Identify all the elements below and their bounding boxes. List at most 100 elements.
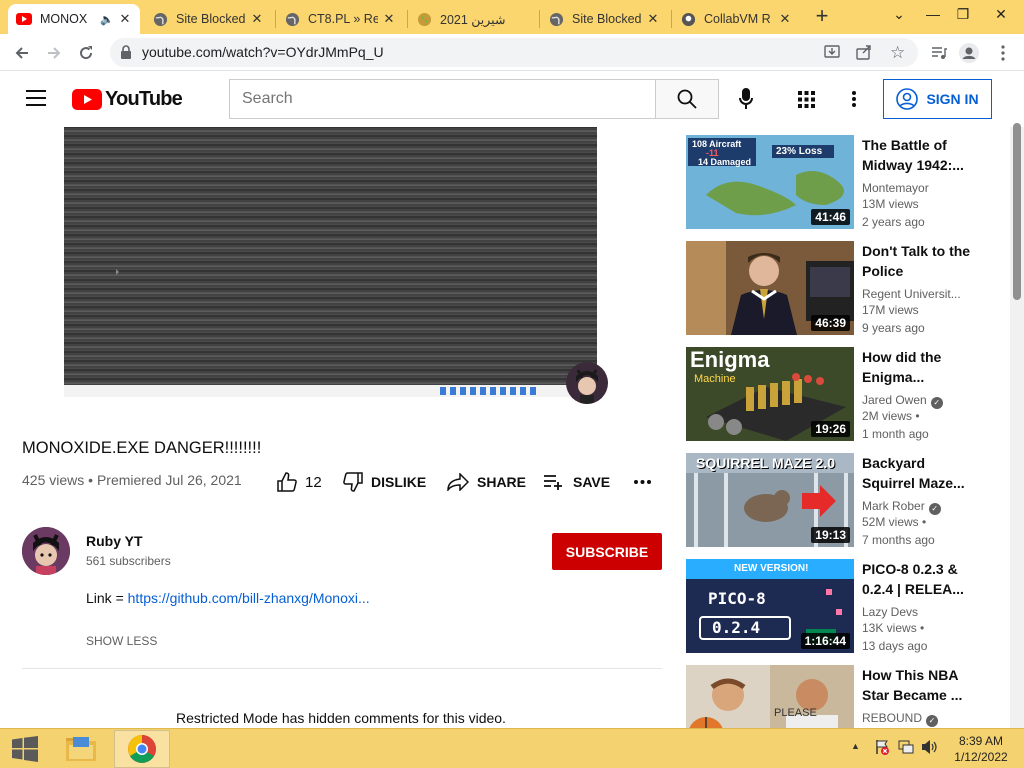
browser-toolbar: youtube.com/watch?v=OYdrJMmPq_U ☆	[0, 34, 1024, 71]
tab-collabvm[interactable]: CollabVM R ✕	[672, 4, 800, 34]
tab-title: Site Blocked	[176, 12, 246, 26]
settings-more-icon[interactable]	[852, 91, 856, 112]
channel-name[interactable]: Montemayor	[862, 179, 972, 197]
apps-grid-icon[interactable]	[798, 91, 815, 113]
video-thumbnail[interactable]: NEW VERSION! PICO-8 0.2.4 1:16:44	[686, 559, 854, 653]
share-arrow-icon	[447, 473, 469, 491]
cookie-icon	[416, 11, 432, 27]
video-player[interactable]	[64, 127, 597, 385]
bookmark-star-icon[interactable]: ☆	[890, 43, 905, 63]
hamburger-menu-icon[interactable]	[26, 90, 46, 106]
system-clock[interactable]: 8:39 AM 1/12/2022	[946, 733, 1016, 765]
show-less-button[interactable]: SHOW LESS	[86, 634, 157, 648]
show-hidden-icons-arrow[interactable]: ▲	[851, 741, 860, 751]
browser-menu-icon[interactable]	[990, 40, 1016, 66]
video-title: MONOXIDE.EXE DANGER!!!!!!!!	[22, 439, 262, 457]
address-bar[interactable]: youtube.com/watch?v=OYdrJMmPq_U ☆	[110, 38, 918, 67]
back-arrow-icon[interactable]	[9, 40, 35, 66]
close-tab-icon[interactable]: ✕	[118, 11, 132, 27]
audio-playing-icon[interactable]: 🔈	[100, 13, 114, 26]
windows-logo-icon	[12, 736, 38, 762]
profile-avatar-icon[interactable]	[956, 40, 982, 66]
search-input[interactable]	[229, 79, 656, 119]
lock-icon[interactable]	[120, 45, 132, 64]
subscribe-button[interactable]: SUBSCRIBE	[552, 533, 662, 570]
folder-icon	[66, 737, 96, 761]
video-title[interactable]: The Battle of Midway 1942:...	[862, 135, 972, 175]
tab-arabic[interactable]: شيرين 2021	[408, 4, 536, 34]
recommended-video[interactable]: PLEASE How This NBA Star Became ... REBO…	[686, 665, 986, 728]
chrome-taskbar-button[interactable]	[114, 730, 170, 768]
upload-age: 9 years ago	[862, 321, 925, 335]
close-tab-icon[interactable]: ✕	[250, 11, 264, 27]
video-title[interactable]: Don't Talk to the Police	[862, 241, 972, 281]
thumb-label: SQUIRREL MAZE 2.0	[696, 455, 835, 471]
channel-avatar[interactable]	[22, 527, 70, 575]
channel-name[interactable]: Ruby YT	[86, 533, 143, 549]
video-thumbnail[interactable]: 108 Aircraft -11 14 Damaged 23% Loss 41:…	[686, 135, 854, 229]
video-thumbnail[interactable]: SQUIRREL MAZE 2.0 19:13	[686, 453, 854, 547]
like-button[interactable]: 12	[277, 468, 322, 496]
video-title[interactable]: How did the Enigma...	[862, 347, 972, 387]
thumb-label: 23% Loss	[776, 146, 823, 157]
tab-ct8[interactable]: CT8.PL » Reg ✕	[276, 4, 404, 34]
channel-name[interactable]: Regent Universit...	[862, 285, 972, 303]
channel-name[interactable]: Jared Owen ✓	[862, 391, 972, 409]
view-count-text: 52M views	[862, 515, 919, 529]
voice-search-microphone-icon[interactable]	[739, 88, 753, 115]
url-text[interactable]: youtube.com/watch?v=OYdrJMmPq_U	[142, 44, 384, 60]
thumbs-down-icon	[343, 472, 363, 492]
video-duration: 1:16:44	[800, 633, 850, 649]
video-thumbnail[interactable]: 46:39	[686, 241, 854, 335]
video-title[interactable]: How This NBA Star Became ...	[862, 665, 972, 705]
action-center-flag-icon[interactable]	[874, 739, 890, 760]
share-icon[interactable]	[856, 44, 872, 65]
forward-arrow-icon[interactable]	[41, 40, 67, 66]
more-actions-button[interactable]	[634, 468, 651, 496]
tab-monoxide[interactable]: MONOX 🔈 ✕	[8, 4, 140, 34]
description-link[interactable]: https://github.com/bill-zhanxg/Monoxi...	[128, 590, 370, 606]
channel-name[interactable]: Mark Rober ✓	[862, 497, 972, 515]
search-icon	[677, 89, 697, 109]
dislike-button[interactable]: DISLIKE	[343, 468, 426, 496]
upload-age: 13 days ago	[862, 639, 928, 653]
install-app-icon[interactable]	[824, 44, 840, 65]
recommended-video[interactable]: NEW VERSION! PICO-8 0.2.4 1:16:44 PICO-8…	[686, 559, 986, 655]
video-thumbnail[interactable]: PLEASE	[686, 665, 854, 728]
recommended-video[interactable]: Enigma Machine 19:26 How did the Enigma.…	[686, 347, 986, 443]
volume-speaker-icon[interactable]	[921, 739, 938, 760]
close-window-button[interactable]: ✕	[978, 0, 1024, 30]
video-duration: 19:13	[811, 527, 850, 543]
windows-start-button[interactable]	[0, 730, 50, 768]
channel-name[interactable]: REBOUND ✓	[862, 709, 972, 727]
mouse-cursor-icon	[116, 269, 119, 275]
search-button[interactable]	[655, 79, 719, 119]
recommended-video[interactable]: 108 Aircraft -11 14 Damaged 23% Loss 41:…	[686, 135, 986, 231]
youtube-play-icon	[72, 88, 102, 110]
channel-name[interactable]: Lazy Devs	[862, 603, 972, 621]
tab-site-blocked-1[interactable]: Site Blocked ✕	[144, 4, 272, 34]
thumb-label: PICO-8	[708, 589, 766, 608]
file-explorer-taskbar-button[interactable]	[56, 730, 106, 768]
video-title[interactable]: PICO-8 0.2.3 & 0.2.4 | RELEA...	[862, 559, 972, 599]
video-meta: 425 views • Premiered Jul 26, 2021	[22, 472, 242, 488]
close-tab-icon[interactable]: ✕	[382, 11, 396, 27]
network-icon[interactable]	[898, 739, 914, 760]
youtube-logo[interactable]: YouTube	[72, 88, 183, 110]
close-tab-icon[interactable]: ✕	[778, 11, 792, 27]
share-button[interactable]: SHARE	[447, 468, 526, 496]
media-queue-icon[interactable]	[926, 40, 952, 66]
page-scrollbar-thumb[interactable]	[1013, 123, 1021, 300]
recommended-video[interactable]: SQUIRREL MAZE 2.0 19:13 Backyard Squirre…	[686, 453, 986, 549]
recommended-video[interactable]: 46:39 Don't Talk to the Police Regent Un…	[686, 241, 986, 337]
sign-in-button[interactable]: SIGN IN	[883, 79, 992, 119]
new-tab-button[interactable]: +	[810, 5, 834, 29]
tab-site-blocked-2[interactable]: Site Blocked ✕	[540, 4, 668, 34]
video-title[interactable]: Backyard Squirrel Maze...	[862, 453, 972, 493]
reload-icon[interactable]	[73, 40, 99, 66]
save-button[interactable]: SAVE	[543, 468, 610, 496]
clock-time: 8:39 AM	[958, 734, 1004, 748]
video-thumbnail[interactable]: Enigma Machine 19:26	[686, 347, 854, 441]
thumbs-up-icon	[277, 472, 297, 492]
close-tab-icon[interactable]: ✕	[646, 11, 660, 27]
